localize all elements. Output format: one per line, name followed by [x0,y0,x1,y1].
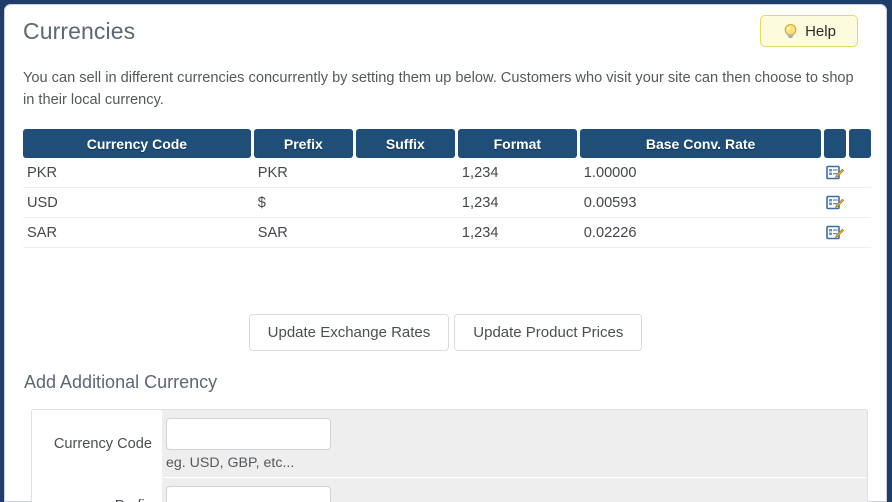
cell-edit-action[interactable] [824,218,846,247]
label-currency-code: Currency Code [32,410,162,477]
intro-text: You can sell in different currencies con… [23,70,854,108]
table-row[interactable]: PKR PKR 1,234 1.00000 [23,158,871,188]
cell-suffix [356,158,455,187]
cell-currency-code: SAR [27,224,58,241]
column-header-base-conv-rate[interactable]: Base Conv. Rate [579,129,822,158]
cell-delete-action[interactable] [849,188,871,217]
edit-document-icon[interactable] [826,195,845,211]
cell-currency-code: USD [27,194,58,211]
cell-prefix: $ [257,194,266,211]
column-header-currency-code[interactable]: Currency Code [23,129,251,158]
update-exchange-rates-button[interactable]: Update Exchange Rates [248,314,450,351]
page-inner: Currencies Help You can sell in differen… [4,4,887,502]
cell-base-conv-rate: 0.00593 [583,194,637,211]
hint-currency-code: eg. USD, GBP, etc... [166,455,295,471]
column-header-prefix[interactable]: Prefix [253,129,353,158]
content-card: Currencies Help You can sell in differen… [4,4,887,502]
table-row[interactable]: USD $ 1,234 0.00593 [23,188,871,218]
cell-edit-action[interactable] [824,158,846,187]
add-currency-heading: Add Additional Currency [24,372,218,392]
cell-edit-action[interactable] [824,188,846,217]
label-prefix: Prefix [32,478,162,502]
cell-delete-action[interactable] [849,158,871,187]
cell-currency-code: PKR [27,164,58,181]
cell-suffix [356,218,455,247]
table-header-row: Currency Code Prefix Suffix Format Base … [23,129,872,158]
help-button-label: Help [805,22,836,40]
cell-prefix: SAR [257,224,288,241]
field-wrap-prefix [162,478,867,502]
cell-suffix [356,188,455,217]
field-wrap-currency-code: eg. USD, GBP, etc... [162,410,867,477]
cell-format: 1,234 [461,164,499,181]
prefix-input[interactable] [166,486,331,502]
lightbulb-icon [782,23,799,40]
column-header-format[interactable]: Format [457,129,577,158]
table-action-buttons: Update Exchange Rates Update Product Pri… [4,314,887,351]
form-row-prefix: Prefix [32,478,867,502]
help-button[interactable]: Help [760,15,858,47]
table-row[interactable]: SAR SAR 1,234 0.02226 [23,218,871,248]
column-header-delete-action [849,129,872,158]
app-frame: Currencies Help You can sell in differen… [0,0,892,502]
page-header: Currencies Help [20,4,871,56]
currency-table: Currency Code Prefix Suffix Format Base … [23,129,872,248]
edit-document-icon[interactable] [826,165,845,181]
column-header-edit-action [824,129,847,158]
edit-document-icon[interactable] [826,225,845,241]
cell-base-conv-rate: 1.00000 [583,164,637,181]
cell-prefix: PKR [257,164,288,181]
cell-format: 1,234 [461,224,499,241]
update-product-prices-button[interactable]: Update Product Prices [454,314,643,351]
form-row-currency-code: Currency Code eg. USD, GBP, etc... [32,410,867,478]
column-header-suffix[interactable]: Suffix [355,129,455,158]
page-title: Currencies [23,18,136,44]
add-currency-form: Currency Code eg. USD, GBP, etc... Prefi… [31,409,868,502]
cell-base-conv-rate: 0.02226 [583,224,637,241]
currency-code-input[interactable] [166,418,331,450]
cell-delete-action[interactable] [849,218,871,247]
cell-format: 1,234 [461,194,499,211]
